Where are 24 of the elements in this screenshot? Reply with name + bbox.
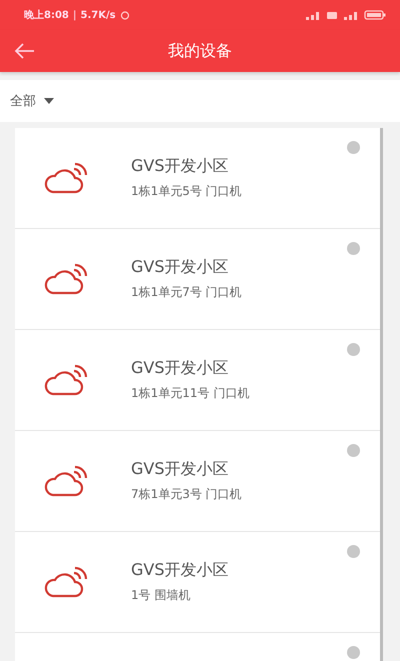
cloud-signal-icon [43, 464, 89, 498]
device-name: GVS开发小区 [131, 459, 230, 480]
device-name: GVS开发小区 [131, 560, 228, 581]
signal-icon [342, 10, 360, 20]
signal-icon [304, 10, 322, 20]
status-divider: | [72, 10, 77, 20]
device-name: GVS开发小区 [131, 156, 230, 177]
device-name: GVS开发小区 [131, 358, 230, 379]
status-time: 晚上8:08 [24, 8, 69, 22]
battery-icon [364, 10, 386, 20]
caret-icon [44, 98, 54, 104]
device-name: GVS开发小区 [131, 257, 230, 278]
device-location: 1栋1单元5号 门口机 [131, 183, 242, 200]
cloud-signal-icon [43, 161, 89, 195]
cloud-signal-icon [43, 565, 89, 599]
cloud-signal-icon [43, 363, 89, 397]
device-location: 7栋1单元3号 门口机 [131, 486, 242, 503]
filter-dropdown[interactable]: 全部 [0, 80, 64, 122]
device-location: 1号 围墙机 [131, 587, 192, 604]
page-title: 我的设备 [168, 40, 232, 62]
cloud-signal-icon [43, 262, 89, 296]
device-location: 1栋1单元7号 门口机 [131, 284, 242, 301]
device-location: 1栋1单元11号 门口机 [131, 385, 250, 402]
network-speed: 5.7K/s [80, 10, 116, 20]
